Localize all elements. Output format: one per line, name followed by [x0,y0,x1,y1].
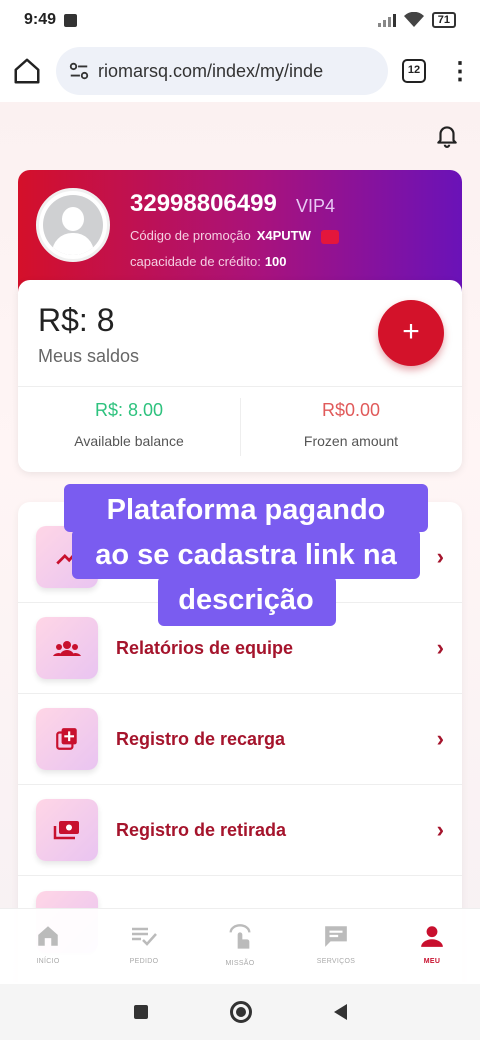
vip-level: VIP4 [296,196,336,216]
add-box-icon [36,708,98,770]
address-bar[interactable]: riomarsq.com/index/my/inde [56,47,388,95]
overlay-line: Plataforma pagando [106,494,386,526]
chat-icon [325,926,347,947]
site-settings-icon[interactable] [68,60,90,82]
balance-label: Meus saldos [38,346,140,366]
add-funds-button[interactable]: + [378,300,444,366]
nav-label: MISSÃO [225,960,255,967]
chevron-right-icon: › [436,726,444,751]
url-text[interactable]: riomarsq.com/index/my/inde [98,61,323,82]
frozen-value: R$0.00 [321,400,381,420]
divider [18,386,462,387]
promo-code: X4PUTW [256,228,311,243]
nav-label: PEDIDO [129,958,159,965]
frozen-label: Frozen amount [303,433,399,449]
browser-menu-icon[interactable]: ⋮ [448,57,472,86]
recents-icon[interactable] [133,1005,148,1019]
balance-amount: R$: 8 [38,302,115,338]
chevron-right-icon: › [436,544,444,569]
credit-row: capacidade de crédito: 100 [130,254,287,269]
cash-icon [36,799,98,861]
promo-code-row: Código de promoção X4PUTW [130,228,339,244]
mission-icon [229,924,251,949]
order-icon [132,927,157,946]
bottom-nav: INÍCIO PEDIDO MISSÃO SERVIÇOS MEU [0,908,480,984]
balance-card: R$: 8 Meus saldos + R$: 8.00 Available b… [18,280,462,472]
promo-label: Código de promoção [130,228,251,243]
browser-toolbar: riomarsq.com/index/my/inde 12 ⋮ [0,40,480,102]
nav-label: INÍCIO [36,958,60,965]
user-id: 32998806499 [130,190,277,217]
back-icon[interactable] [333,1004,347,1020]
available-balance: R$: 8.00 Available balance [18,400,240,449]
battery-icon: 71 [431,12,456,28]
menu-item-label: Relatórios de equipe [116,637,294,658]
chevron-right-icon: › [436,817,444,842]
menu-item-label: Registro de recarga [116,728,286,749]
available-label: Available balance [74,433,184,449]
wifi-icon [403,12,424,27]
menu-item-label: Registro de retirada [116,819,287,840]
nav-label: MEU [423,958,441,965]
nav-me[interactable]: MEU [384,909,480,984]
promo-overlay: Plataforma pagando ao se cadastra link n… [64,484,428,630]
home-icon [38,926,58,946]
person-icon [421,926,443,947]
status-time: 9:49 [24,11,57,28]
menu-item-recharge-records[interactable]: Registro de recarga › [18,694,462,785]
frozen-amount: R$0.00 Frozen amount [240,400,462,449]
nav-orders[interactable]: PEDIDO [96,909,192,984]
home-icon[interactable] [12,56,42,86]
credit-value: 100 [264,254,287,269]
page-content: 32998806499 VIP4 Código de promoção X4PUT… [0,102,480,982]
tab-switcher-button[interactable]: 12 [402,59,426,83]
avatar[interactable] [36,188,110,262]
available-value: R$: 8.00 [94,400,164,420]
overlay-text: Plataforma pagando ao se cadastra link n… [64,488,428,623]
nav-mission[interactable]: MISSÃO [192,909,288,984]
chevron-right-icon: › [436,635,444,660]
credit-label: capacidade de crédito: [130,254,261,269]
nav-label: SERVIÇOS [316,958,356,965]
nav-home[interactable]: INÍCIO [0,909,96,984]
menu-item-withdrawal-records[interactable]: Registro de retirada › [18,785,462,876]
overlay-line: ao se cadastra link na [95,539,397,571]
notification-icon [64,13,78,27]
nav-services[interactable]: SERVIÇOS [288,909,384,984]
overlay-line: descrição [178,584,314,616]
system-nav-bar [0,984,480,1040]
status-bar: 9:49 71 [0,0,480,40]
home-button-icon[interactable] [229,1001,252,1023]
copy-icon[interactable] [320,229,339,244]
bell-icon[interactable] [434,122,460,148]
signal-icon [377,13,396,27]
